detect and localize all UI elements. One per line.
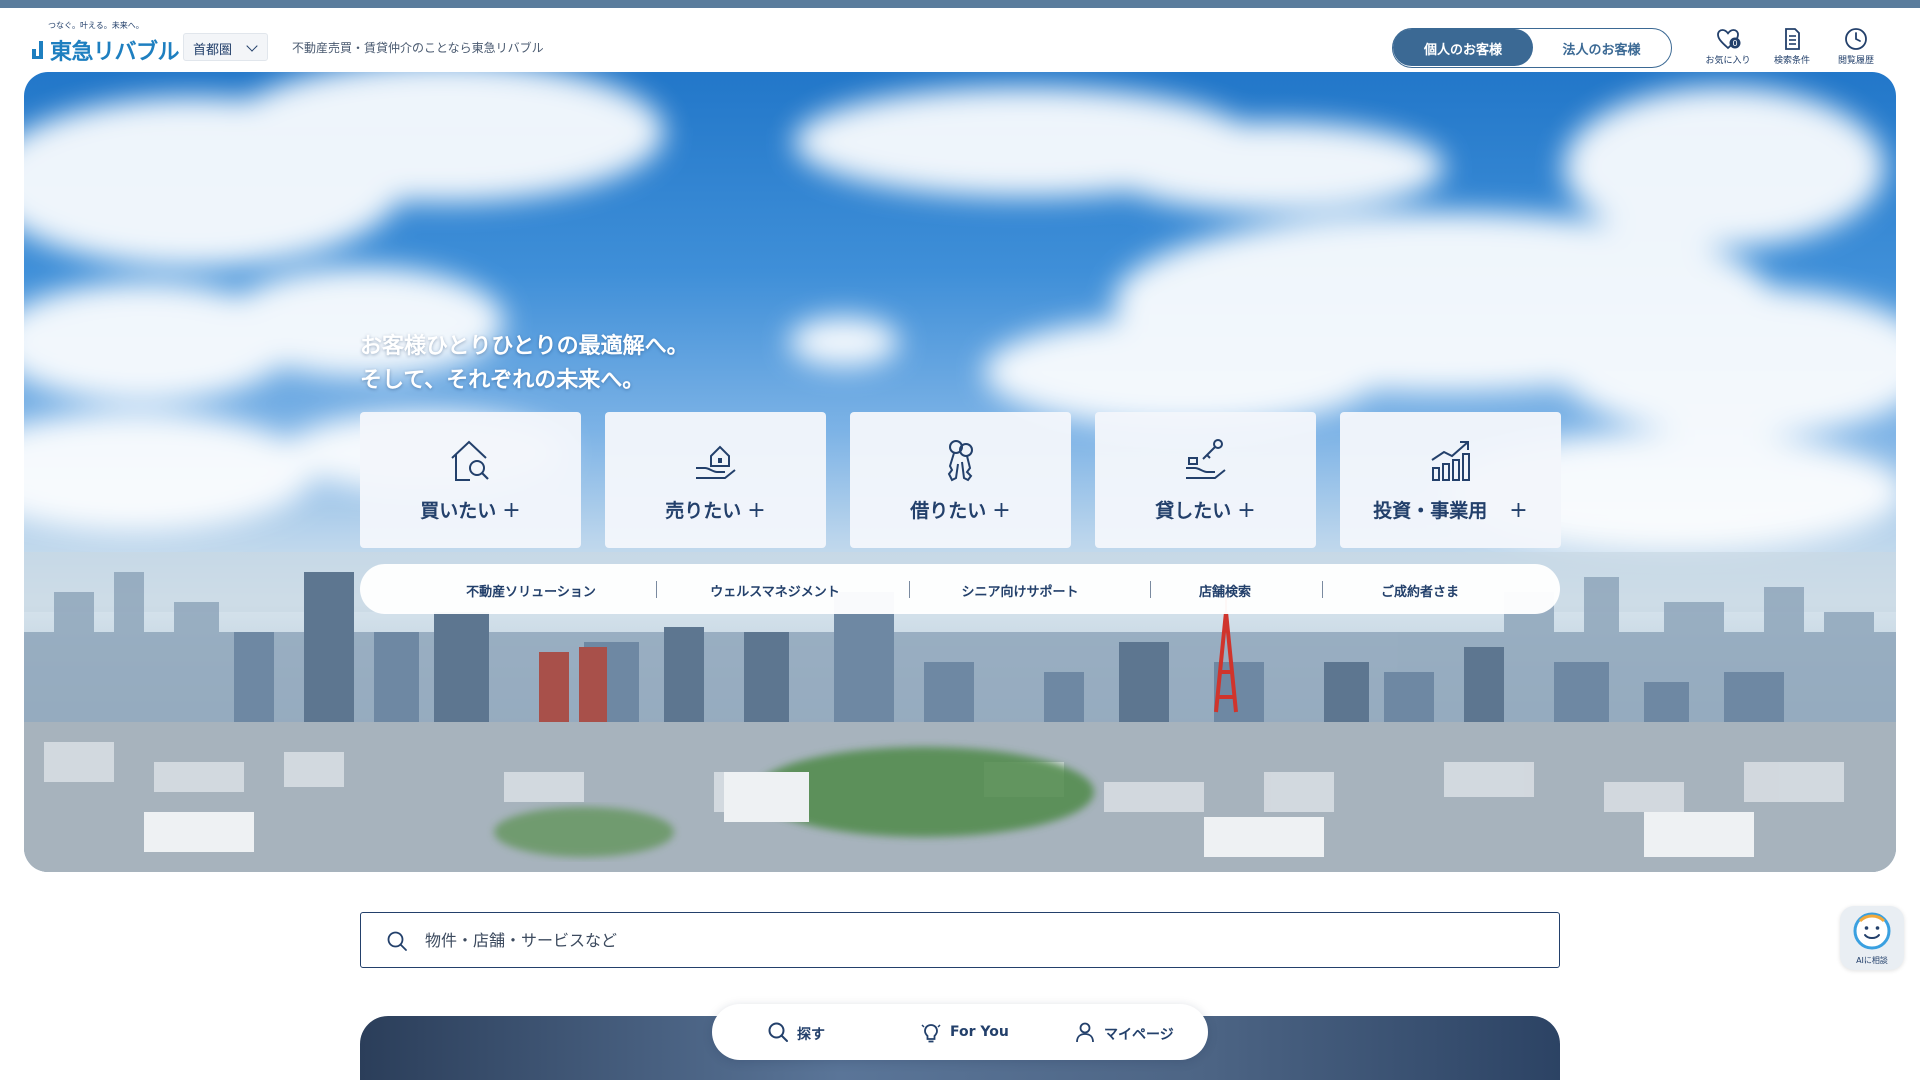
customer-type-toggle: 個人のお客様 法人のお客様	[1392, 28, 1672, 68]
logo-mark-icon	[32, 41, 43, 59]
favorites-count: 0	[1732, 39, 1737, 48]
keys-icon	[947, 440, 973, 482]
favorites-button[interactable]: 0 お気に入り	[1698, 26, 1758, 70]
subnav-store-search[interactable]: 店舗検索	[1190, 581, 1260, 600]
document-icon	[1785, 28, 1800, 50]
rent-card[interactable]: 借りたい +	[850, 412, 1071, 548]
chevron-down-icon	[246, 40, 258, 52]
buy-card-label: 買いたい	[420, 500, 497, 522]
sell-card[interactable]: 売りたい +	[605, 412, 826, 548]
house-search-icon	[450, 440, 489, 481]
subnav-divider	[656, 581, 657, 598]
subnav-divider	[1150, 581, 1151, 598]
nav-for-you-label: For You	[950, 1024, 1009, 1040]
nav-search-label: 探す	[797, 1027, 825, 1043]
nav-search-button[interactable]: 探す	[767, 1021, 837, 1045]
subnav-wealth-management[interactable]: ウェルスマネジメント	[700, 581, 850, 600]
subnav-contracted-customers[interactable]: ご成約者さま	[1370, 581, 1470, 600]
smiley-icon	[1853, 912, 1891, 950]
site-search	[360, 912, 1560, 968]
header-tagline: 不動産売買・賃貸仲介のことなら東急リバブル	[292, 41, 544, 55]
brand-logo[interactable]: つなぐ。叶える。未来へ。 東急リバブル	[30, 18, 180, 68]
ai-consult-label: AIに相談	[1856, 956, 1888, 965]
subnav-senior-support[interactable]: シニア向けサポート	[950, 581, 1090, 600]
plus-icon: +	[502, 498, 521, 523]
heart-icon: 0	[1717, 29, 1741, 50]
favorites-label: お気に入り	[1705, 56, 1751, 66]
sell-card-label: 売りたい	[665, 500, 742, 522]
hero-headline-line-2: そして、それぞれの未来へ。	[360, 368, 645, 393]
plus-icon: +	[1509, 498, 1528, 523]
search-conditions-label: 検索条件	[1773, 56, 1810, 66]
service-cards: 買いたい + 売りたい + 借りたい + 貸したい + 投資・事業用 +	[360, 412, 1561, 548]
lightbulb-icon	[921, 1024, 941, 1043]
site-header: つなぐ。叶える。未来へ。 東急リバブル 首都圏 不動産売買・賃貸仲介のことなら東…	[0, 8, 1920, 72]
history-label: 閲覧履歴	[1837, 56, 1874, 66]
lease-card[interactable]: 貸したい +	[1095, 412, 1316, 548]
rent-card-label: 借りたい	[910, 500, 987, 522]
sub-navigation: 不動産ソリューション ウェルスマネジメント シニア向けサポート 店舗検索 ご成約…	[360, 564, 1560, 614]
clock-icon	[1845, 28, 1867, 50]
investment-card-label: 投資・事業用	[1373, 500, 1488, 522]
growth-chart-icon	[1430, 441, 1470, 481]
logo-text: 東急リバブル	[50, 40, 180, 65]
history-button[interactable]: 閲覧履歴	[1826, 26, 1886, 70]
hero-banner: お客様ひとりひとりの最適解へ。 そして、それぞれの未来へ。 買いたい + 売りたい…	[24, 72, 1896, 872]
hero-headline: お客様ひとりひとりの最適解へ。 そして、それぞれの未来へ。	[360, 330, 689, 398]
lease-card-label: 貸したい	[1155, 500, 1232, 522]
logo-tagline: つなぐ。叶える。未来へ。	[48, 21, 144, 30]
buy-card[interactable]: 買いたい +	[360, 412, 581, 548]
personal-customer-tab[interactable]: 個人のお客様	[1393, 29, 1533, 66]
investment-card[interactable]: 投資・事業用 +	[1340, 412, 1561, 548]
hand-key-icon	[1185, 439, 1226, 479]
search-icon	[768, 1022, 788, 1042]
region-select[interactable]: 首都圏	[183, 33, 268, 61]
search-icon	[387, 931, 407, 951]
plus-icon: +	[747, 498, 766, 523]
ai-consult-button[interactable]: AIに相談	[1840, 906, 1904, 970]
subnav-divider	[1322, 581, 1323, 598]
corporate-customer-tab[interactable]: 法人のお客様	[1533, 29, 1670, 66]
subnav-divider	[909, 581, 910, 598]
top-accent-strip	[0, 0, 1920, 8]
search-input[interactable]	[425, 925, 1525, 955]
hero-headline-line-1: お客様ひとりひとりの最適解へ。	[360, 334, 689, 359]
nav-mypage-label: マイページ	[1104, 1027, 1174, 1043]
search-conditions-button[interactable]: 検索条件	[1762, 26, 1822, 70]
nav-mypage-button[interactable]: マイページ	[1074, 1021, 1194, 1045]
user-icon	[1076, 1022, 1094, 1043]
nav-for-you-button[interactable]: For You	[920, 1021, 1020, 1045]
plus-icon: +	[992, 498, 1011, 523]
subnav-real-estate-solution[interactable]: 不動産ソリューション	[456, 581, 606, 600]
plus-icon: +	[1237, 498, 1256, 523]
bottom-navigation: 探す For You マイページ	[712, 1004, 1208, 1060]
region-value: 首都圏	[193, 43, 233, 58]
hand-house-icon	[695, 445, 736, 479]
